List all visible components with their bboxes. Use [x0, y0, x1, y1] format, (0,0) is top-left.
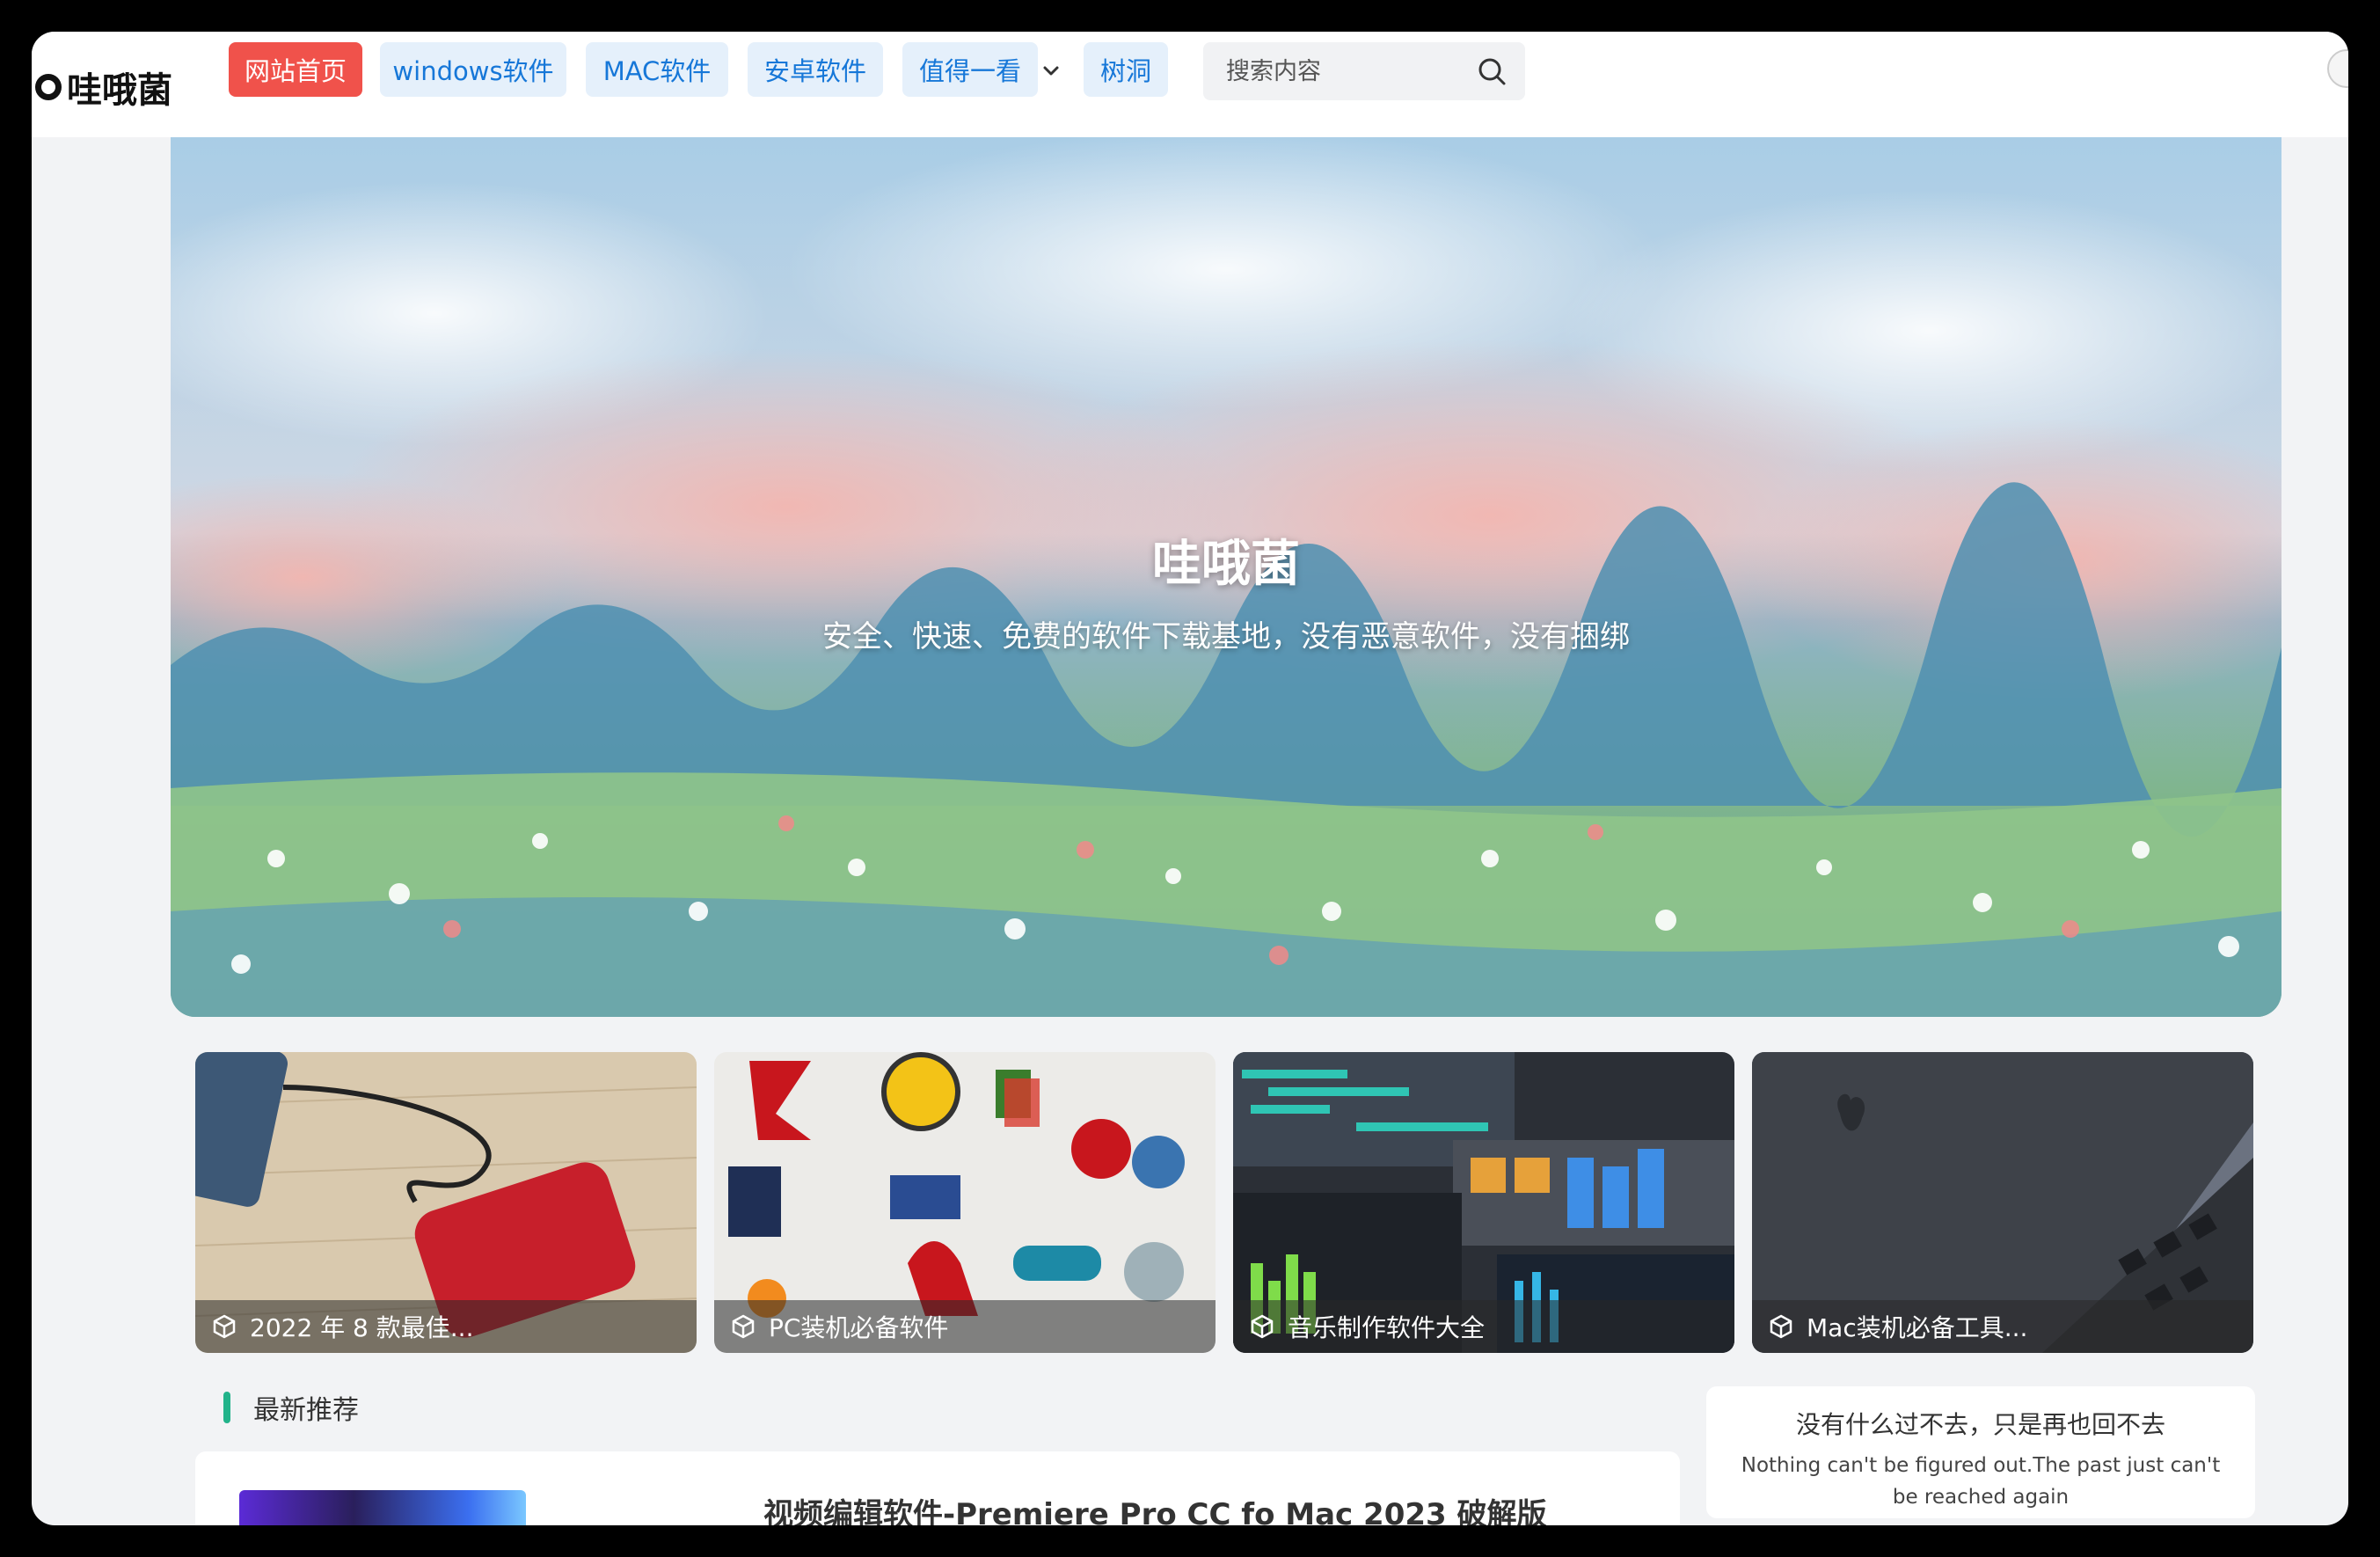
- site-header: 哇哦菌 网站首页 windows软件 MAC软件 安卓软件 值得一看 树洞: [32, 32, 2348, 137]
- user-avatar-icon[interactable]: [2327, 49, 2348, 88]
- logo-text: 哇哦菌: [67, 70, 172, 111]
- quote-english: Nothing can't be figured out.The past ju…: [1741, 1454, 2221, 1509]
- card-caption: 2022 年 8 款最佳...: [195, 1300, 697, 1353]
- card-title: 2022 年 8 款最佳...: [250, 1313, 474, 1342]
- nav-home-label: 网站首页: [244, 56, 347, 86]
- quote-chinese: 没有什么过不去，只是再也回不去: [1795, 1410, 2165, 1439]
- site-logo[interactable]: 哇哦菌: [32, 65, 172, 111]
- card-caption: Mac装机必备工具...: [1752, 1300, 2253, 1353]
- featured-card-music-production[interactable]: 音乐制作软件大全: [1233, 1052, 1734, 1353]
- featured-card-mac-tools[interactable]: Mac装机必备工具...: [1752, 1052, 2253, 1353]
- hero-subtitle: 安全、快速、免费的软件下载基地，没有恶意软件，没有捆绑: [822, 619, 1630, 654]
- section-accent-bar: [223, 1392, 230, 1423]
- nav-android-software[interactable]: 安卓软件: [748, 42, 883, 97]
- logo-ring-icon: [35, 74, 62, 100]
- nav-mac-label: MAC软件: [602, 56, 712, 86]
- search-box[interactable]: [1203, 42, 1525, 100]
- featured-card-pc-essentials[interactable]: PC装机必备软件: [714, 1052, 1216, 1353]
- nav-mac-software[interactable]: MAC软件: [586, 42, 728, 97]
- cube-icon: [213, 1314, 236, 1339]
- nav-worth-seeing[interactable]: 值得一看: [902, 42, 1038, 97]
- chevron-down-icon[interactable]: [1038, 58, 1064, 84]
- card-caption: PC装机必备软件: [714, 1300, 1216, 1353]
- article-list-item[interactable]: 视频编辑软件-Premiere Pro CC fo Mac 2023 破解版: [195, 1451, 1680, 1525]
- section-title: 最新推荐: [253, 1395, 359, 1426]
- card-title: 音乐制作软件大全: [1288, 1313, 1486, 1342]
- search-icon[interactable]: [1476, 55, 1508, 87]
- nav-android-label: 安卓软件: [763, 56, 866, 86]
- quote-widget: 没有什么过不去，只是再也回不去 Nothing can't be figured…: [1706, 1386, 2255, 1518]
- nav-home[interactable]: 网站首页: [229, 42, 362, 97]
- search-input[interactable]: [1203, 57, 1458, 85]
- article-title[interactable]: 视频编辑软件-Premiere Pro CC fo Mac 2023 破解版: [763, 1490, 1547, 1525]
- card-title: Mac装机必备工具...: [1807, 1313, 2028, 1342]
- browser-window: 哇哦菌 网站首页 windows软件 MAC软件 安卓软件 值得一看 树洞 搜索…: [32, 32, 2348, 1525]
- cube-icon: [1251, 1314, 1274, 1339]
- card-caption: 音乐制作软件大全: [1233, 1300, 1734, 1353]
- card-title: PC装机必备软件: [769, 1313, 949, 1342]
- hero-banner: 哇哦菌 安全、快速、免费的软件下载基地，没有恶意软件，没有捆绑: [171, 137, 2281, 1017]
- hero-title: 哇哦菌: [1152, 536, 1300, 593]
- nav-windows-software[interactable]: windows软件: [380, 42, 566, 97]
- nav-windows-label: windows软件: [392, 56, 554, 86]
- cube-icon: [1770, 1314, 1792, 1339]
- nav-tree-hole-label: 树洞: [1099, 56, 1151, 86]
- article-thumbnail[interactable]: [239, 1490, 526, 1525]
- nav-worth-seeing-label: 值得一看: [918, 56, 1021, 86]
- cube-icon: [732, 1314, 755, 1339]
- nav-tree-hole[interactable]: 树洞: [1084, 42, 1168, 97]
- featured-card-best-8[interactable]: 2022 年 8 款最佳...: [195, 1052, 697, 1353]
- latest-section-header: 最新推荐: [223, 1388, 359, 1427]
